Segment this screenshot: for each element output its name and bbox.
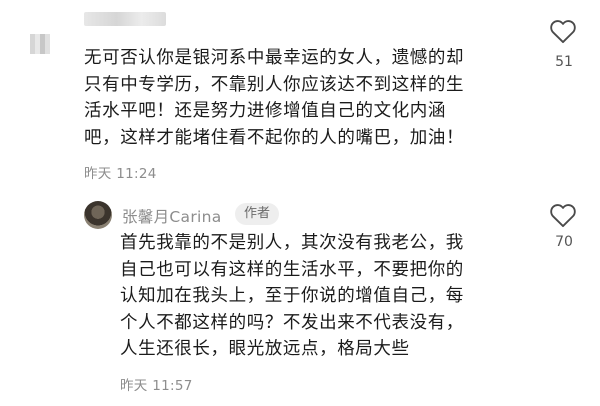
reply-timestamp: 昨天 11:57 xyxy=(120,378,193,394)
like-count: 51 xyxy=(555,54,573,70)
heart-outline-icon[interactable] xyxy=(549,18,577,44)
heart-outline-icon[interactable] xyxy=(549,202,577,228)
author-avatar[interactable] xyxy=(84,201,112,229)
author-badge: 作者 xyxy=(235,203,280,225)
commenter-avatar[interactable] xyxy=(30,34,50,54)
comment-thread: 无可否认你是银河系中最幸运的女人，遗憾的却 只有中专学历，不靠别人你应该达不到这… xyxy=(0,0,600,406)
reply-text: 首先我靠的不是别人，其次没有我老公，我 自己也可以有这样的生活水平，不要把你的 … xyxy=(120,233,464,359)
comment-timestamp: 昨天 11:24 xyxy=(84,166,157,182)
like-count: 70 xyxy=(555,234,573,250)
comment-text: 无可否认你是银河系中最幸运的女人，遗憾的却 只有中专学历，不靠别人你应该达不到这… xyxy=(84,48,465,148)
reply-username[interactable]: 张馨月Carina xyxy=(122,205,222,227)
commenter-username[interactable] xyxy=(84,12,166,26)
